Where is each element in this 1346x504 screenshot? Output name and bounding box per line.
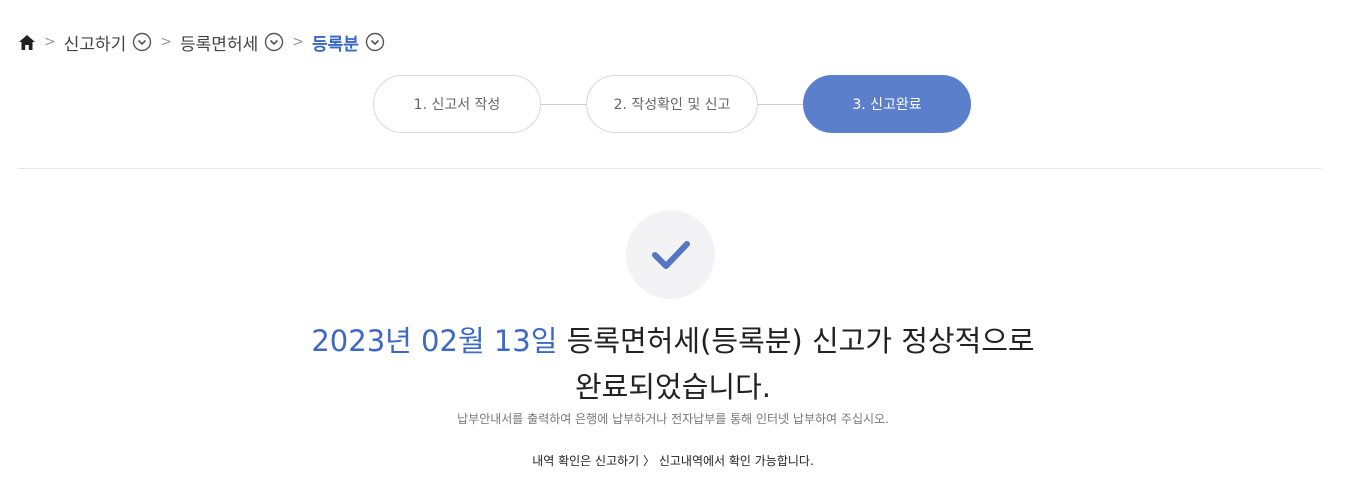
breadcrumb-item-report[interactable]: 신고하기 bbox=[64, 30, 153, 55]
report-date: 2023년 02월 13일 bbox=[311, 324, 558, 358]
chevron-down-circle-icon[interactable] bbox=[132, 32, 152, 52]
step-confirm-submit: 2. 작성확인 및 신고 bbox=[586, 75, 758, 133]
chevron-down-circle-icon[interactable] bbox=[264, 32, 284, 52]
chevron-right-icon: > bbox=[292, 34, 304, 50]
payment-guide-text: 납부안내서를 출력하여 은행에 납부하거나 전자납부를 통해 인터넷 납부하여 … bbox=[457, 412, 889, 426]
chevron-right-icon: > bbox=[160, 34, 173, 50]
breadcrumb-label: 신고하기 bbox=[63, 34, 127, 55]
completion-title-line2: 완료되었습니다. bbox=[575, 370, 771, 404]
home-icon[interactable] bbox=[18, 33, 36, 51]
progress-steps: 1. 신고서 작성 2. 작성확인 및 신고 3. 신고완료 bbox=[373, 75, 971, 133]
chevron-down-circle-icon[interactable] bbox=[365, 32, 385, 52]
check-icon bbox=[626, 210, 715, 299]
breadcrumb-item-license-tax[interactable]: 등록면허세 bbox=[180, 30, 284, 55]
history-guide-text: 내역 확인은 신고하기 〉 신고내역에서 확인 가능합니다. bbox=[532, 454, 814, 468]
step-write-form: 1. 신고서 작성 bbox=[373, 75, 541, 133]
step-complete: 3. 신고완료 bbox=[803, 75, 971, 133]
breadcrumb-item-registration[interactable]: 등록분 bbox=[312, 30, 385, 55]
chevron-right-icon: > bbox=[44, 34, 56, 50]
divider bbox=[18, 168, 1322, 169]
breadcrumb-label: 등록면허세 bbox=[180, 34, 259, 55]
completion-title: 2023년 02월 13일 등록면허세(등록분) 신고가 정상적으로 bbox=[0, 318, 1346, 360]
step-connector bbox=[541, 103, 586, 105]
completion-title-text: 등록면허세(등록분) 신고가 정상적으로 bbox=[557, 324, 1035, 358]
breadcrumb: > 신고하기 > 등록면허세 > 등록분 bbox=[18, 28, 385, 56]
page: > 신고하기 > 등록면허세 > 등록분 1. 신고서 작성 2. 작성확인 및… bbox=[0, 0, 1346, 504]
breadcrumb-label: 등록분 bbox=[311, 34, 359, 55]
step-connector bbox=[758, 103, 803, 105]
